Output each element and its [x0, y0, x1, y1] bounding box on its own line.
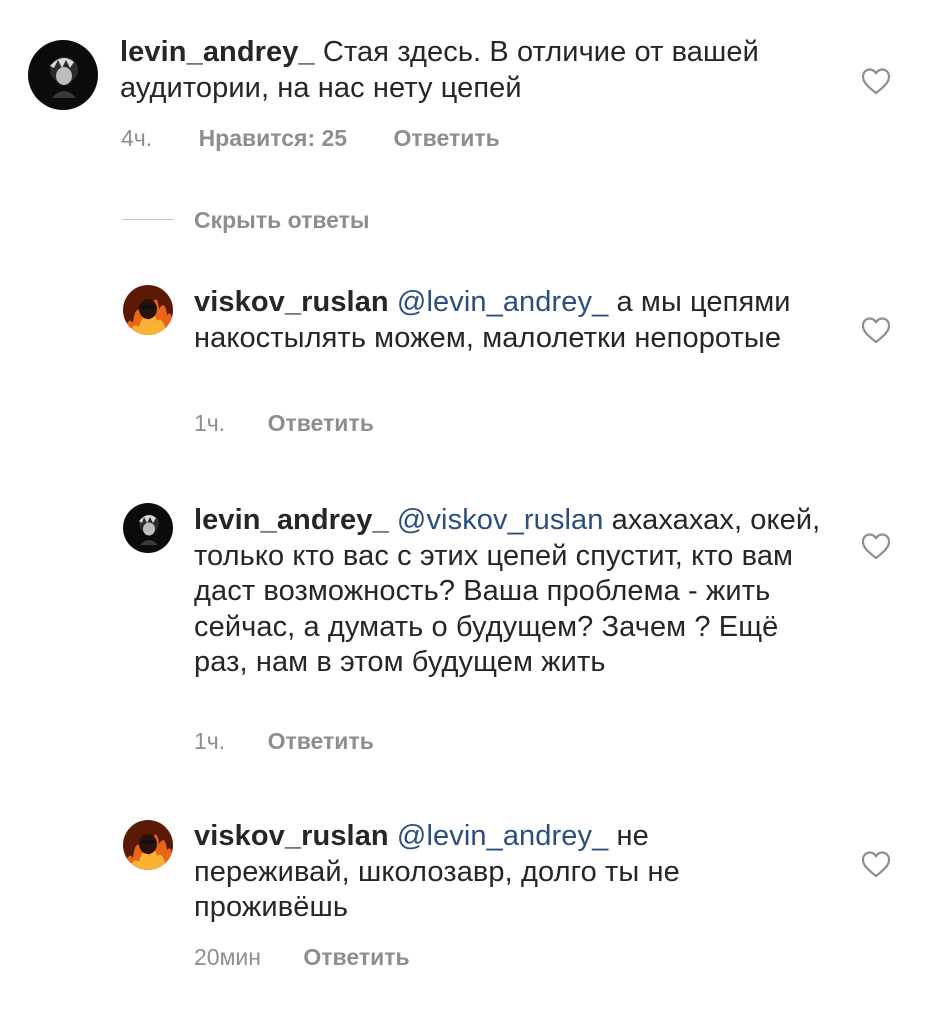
- heart-icon[interactable]: [861, 316, 891, 344]
- comment-mention[interactable]: @levin_andrey_: [397, 820, 608, 852]
- reply-button[interactable]: Ответить: [303, 943, 409, 971]
- reply-button[interactable]: Ответить: [394, 124, 500, 152]
- comment-mention[interactable]: @viskov_ruslan: [397, 504, 604, 536]
- heart-icon[interactable]: [861, 850, 891, 878]
- heart-icon[interactable]: [861, 532, 891, 560]
- comment-text-block: levin_andrey_ Стая здесь. В отличие от в…: [120, 35, 820, 106]
- comment-meta: 1ч. Ответить: [194, 727, 374, 755]
- comment-time: 1ч.: [194, 728, 226, 754]
- comment-meta: 4ч. Нравится: 25 Ответить: [121, 124, 500, 152]
- comment-time: 20мин: [194, 944, 261, 970]
- heart-icon[interactable]: [861, 67, 891, 95]
- comment-meta: 20мин Ответить: [194, 943, 410, 971]
- comment-username[interactable]: viskov_ruslan: [194, 286, 389, 318]
- comment-username[interactable]: viskov_ruslan: [194, 820, 389, 852]
- avatar[interactable]: [123, 285, 173, 335]
- reply-button[interactable]: Ответить: [268, 409, 374, 437]
- comment-mention[interactable]: @levin_andrey_: [397, 286, 608, 318]
- comment-meta: 1ч. Ответить: [194, 409, 374, 437]
- comment-text-block: viskov_ruslan @levin_andrey_ а мы цепями…: [194, 285, 834, 356]
- avatar[interactable]: [123, 820, 173, 870]
- hide-replies-line: [122, 219, 174, 220]
- avatar[interactable]: [28, 40, 98, 110]
- comment-text-block: levin_andrey_ @viskov_ruslan ахахахах, о…: [194, 503, 834, 681]
- comment-likes[interactable]: Нравится: 25: [199, 124, 348, 152]
- comment-time: 1ч.: [194, 410, 226, 436]
- hide-replies-label: Скрыть ответы: [194, 207, 370, 233]
- comment-text-block: viskov_ruslan @levin_andrey_ не пережива…: [194, 819, 754, 926]
- reply-button[interactable]: Ответить: [268, 727, 374, 755]
- comment-username[interactable]: levin_andrey_: [120, 36, 315, 68]
- comment-username[interactable]: levin_andrey_: [194, 504, 389, 536]
- comment-time: 4ч.: [121, 125, 153, 151]
- avatar[interactable]: [123, 503, 173, 553]
